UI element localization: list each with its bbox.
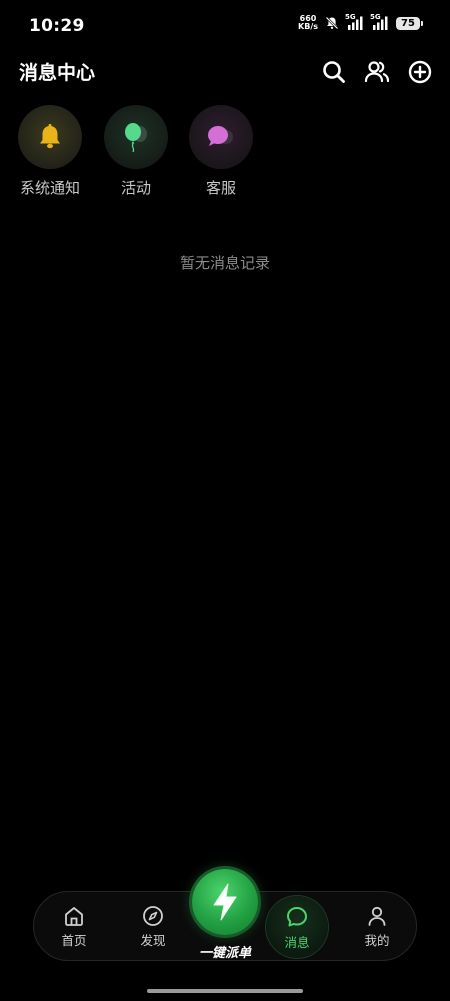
nav-discover[interactable]: 发现 [123,892,183,962]
bell-muted-icon [325,16,339,30]
chat-bubble-icon [208,126,233,146]
contacts-icon[interactable] [364,59,390,85]
empty-state-text: 暂无消息记录 [179,254,270,272]
quick-dispatch-label: 一键派单 [198,946,251,961]
category-activity[interactable]: 活动 [91,105,181,198]
home-indicator[interactable] [147,989,303,993]
signal-icon-1: 5G [345,13,364,30]
status-time: 10:29 [29,16,85,36]
search-icon[interactable] [321,59,347,85]
category-label: 活动 [120,179,151,197]
bell-icon [40,124,60,149]
compass-icon [143,906,163,926]
status-icons: 660 KB/s 5G 5G 75 [298,13,423,31]
home-icon [65,907,83,926]
signal-icon-2: 5G [370,13,389,30]
net-speed: 660 KB/s [298,14,318,31]
category-label: 客服 [205,179,236,197]
lightning-icon [213,883,237,921]
nav-messages[interactable]: 消息 [267,892,327,962]
category-label: 系统通知 [19,179,80,197]
status-bar: 10:29 660 KB/s 5G 5G 75 [0,0,450,50]
message-icon [287,907,307,927]
category-system-notice[interactable]: 系统通知 [5,105,95,198]
nav-home[interactable]: 首页 [44,892,104,962]
quick-dispatch-button[interactable] [192,869,258,935]
user-icon [368,906,386,926]
page-header: 消息中心 [0,52,450,92]
balloon-icon [125,123,147,153]
nav-label: 消息 [284,935,310,950]
nav-label: 首页 [61,933,87,948]
page-title: 消息中心 [19,62,96,84]
category-customer-service[interactable]: 客服 [176,105,266,198]
add-circle-icon[interactable] [407,59,433,85]
nav-profile[interactable]: 我的 [347,892,407,962]
nav-label: 我的 [364,933,390,948]
battery-indicator: 75 [396,16,423,30]
nav-label: 发现 [140,933,166,948]
